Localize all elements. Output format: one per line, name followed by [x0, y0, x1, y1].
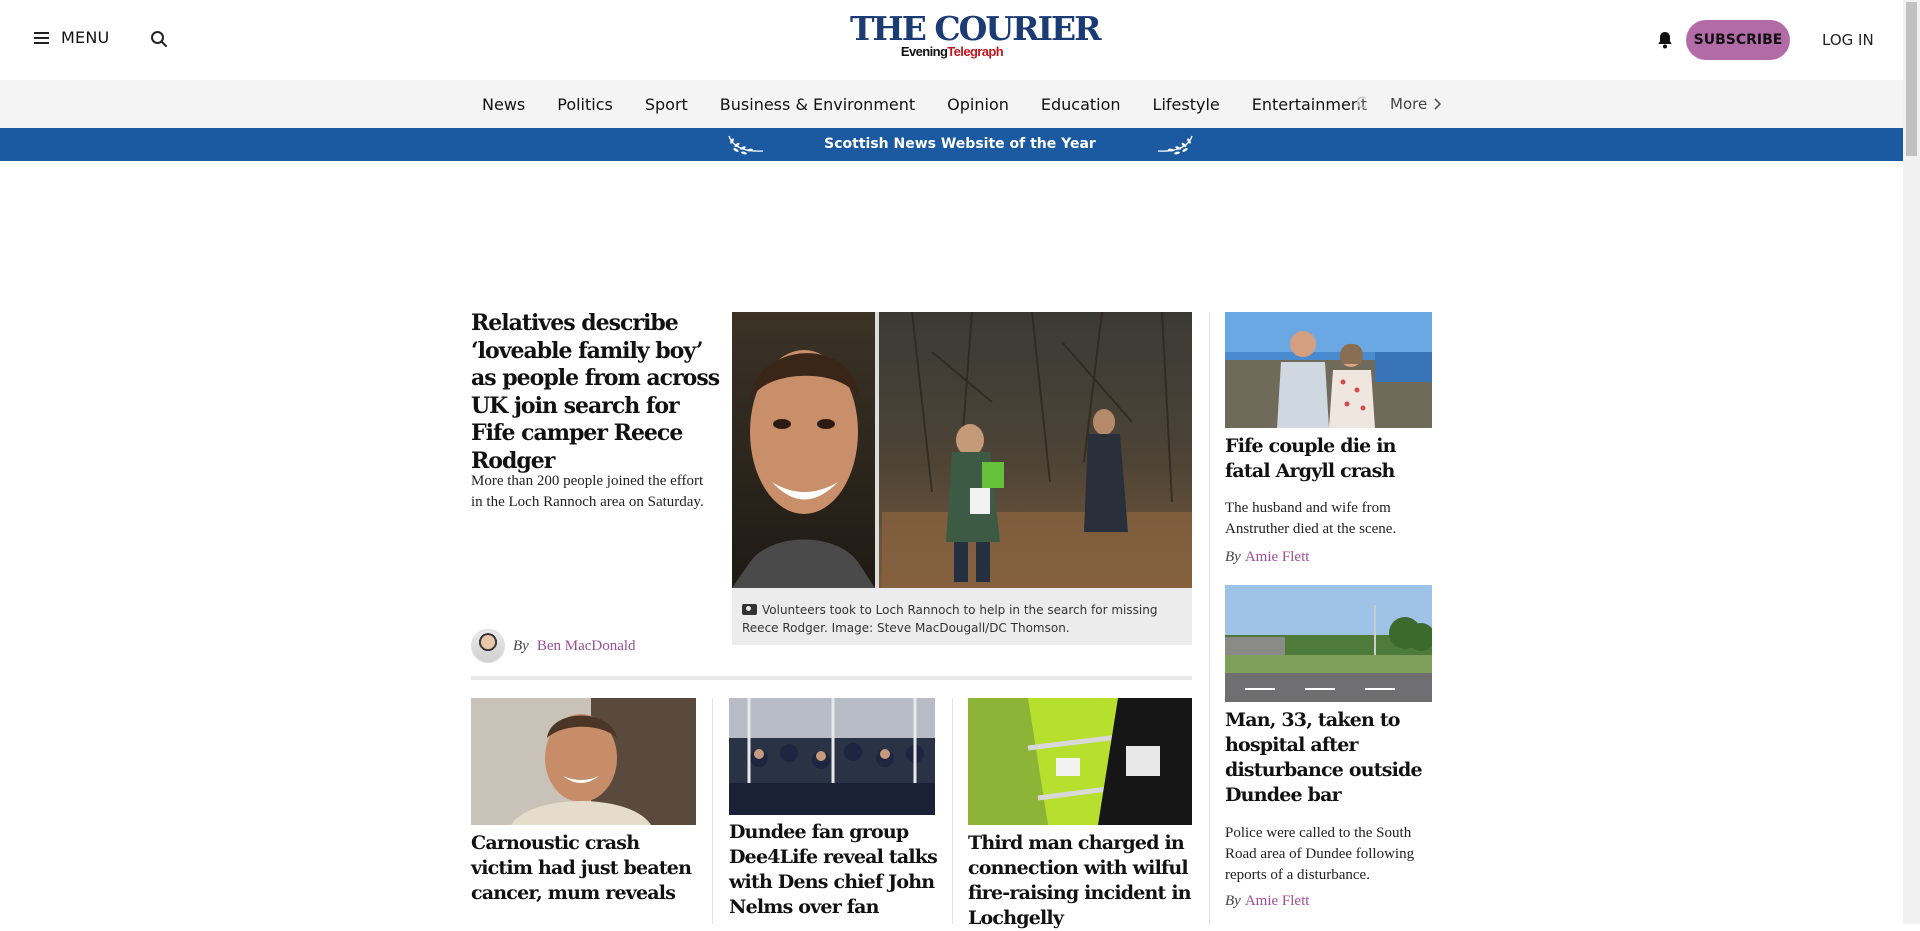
sidebar-standfirst: Police were called to the South Road are… [1225, 825, 1415, 883]
card-divider [952, 698, 953, 924]
award-banner: Scottish News Website of the Year [0, 128, 1903, 161]
sidebar-headline[interactable]: Man, 33, taken to hospital after disturb… [1225, 708, 1440, 808]
sidebar-image[interactable] [1225, 585, 1432, 702]
card-image[interactable] [729, 698, 935, 815]
card-image[interactable] [968, 698, 1192, 825]
nav-item-sport[interactable]: Sport [645, 95, 688, 114]
sidebar-standfirst: The husband and wife from Anstruther die… [1225, 500, 1397, 537]
lead-image[interactable] [732, 312, 1192, 588]
author-avatar[interactable] [471, 629, 505, 663]
lead-standfirst: More than 200 people joined the effort i… [471, 473, 704, 510]
menu-label: MENU [61, 28, 110, 47]
award-text: Scottish News Website of the Year [824, 136, 1096, 152]
card-image[interactable] [471, 698, 696, 825]
section-divider [471, 676, 1192, 680]
nav-item-lifestyle[interactable]: Lifestyle [1153, 95, 1220, 114]
notification-bell-icon[interactable] [1657, 31, 1673, 49]
search-icon[interactable] [150, 30, 168, 48]
byline-by: By [1225, 893, 1241, 909]
site-logo[interactable]: THE COURIER EveningTelegraph [850, 9, 1102, 60]
card-headline[interactable]: Carnoustic crash victim had just beaten … [471, 831, 701, 906]
column-divider [1209, 312, 1210, 924]
sidebar-byline: By Amie Flett [1225, 893, 1309, 910]
chevron-right-icon [1434, 98, 1442, 110]
logo-wordmark: THE COURIER [850, 9, 1102, 48]
sidebar-headline[interactable]: Fife couple die in fatal Argyll crash [1225, 434, 1440, 484]
nav-more-label: More [1390, 95, 1428, 113]
site-header: MENU THE COURIER EveningTelegraph SUBSCR… [0, 0, 1903, 80]
nav-item-opinion[interactable]: Opinion [947, 95, 1009, 114]
nav-item-business-environment[interactable]: Business & Environment [720, 95, 915, 114]
sidebar-image[interactable] [1225, 312, 1432, 428]
login-link[interactable]: LOG IN [1822, 31, 1874, 49]
nav-items: News Politics Sport Business & Environme… [482, 80, 1367, 128]
camera-icon [742, 604, 757, 615]
hamburger-icon [34, 31, 49, 44]
laurel-right-icon [1157, 135, 1193, 155]
lead-byline: By Ben MacDonald [471, 629, 636, 663]
nav-item-education[interactable]: Education [1041, 95, 1121, 114]
author-link[interactable]: Amie Flett [1245, 893, 1310, 910]
byline-by: By [1225, 549, 1241, 565]
sidebar-byline: By Amie Flett [1225, 549, 1309, 566]
author-link[interactable]: Amie Flett [1245, 549, 1310, 566]
menu-button[interactable]: MENU [34, 28, 109, 47]
card-headline[interactable]: Dundee fan group Dee4Life reveal talks w… [729, 820, 939, 920]
subscribe-button[interactable]: SUBSCRIBE [1686, 20, 1790, 60]
card-headline[interactable]: Third man charged in connection with wil… [968, 831, 1193, 931]
byline-by: By [513, 637, 529, 654]
card-divider [712, 698, 713, 924]
lead-image-caption: Volunteers took to Loch Rannoch to help … [732, 588, 1192, 645]
lead-headline[interactable]: Relatives describe ‘loveable family boy’… [471, 310, 721, 475]
nav-item-politics[interactable]: Politics [557, 95, 613, 114]
author-link[interactable]: Ben MacDonald [537, 638, 636, 655]
nav-more-button[interactable]: More [1390, 95, 1442, 113]
scrollbar-thumb[interactable] [1906, 2, 1917, 156]
caption-text: Volunteers took to Loch Rannoch to help … [742, 603, 1158, 635]
nav-item-news[interactable]: News [482, 95, 525, 114]
main-navigation: News Politics Sport Business & Environme… [0, 80, 1903, 128]
